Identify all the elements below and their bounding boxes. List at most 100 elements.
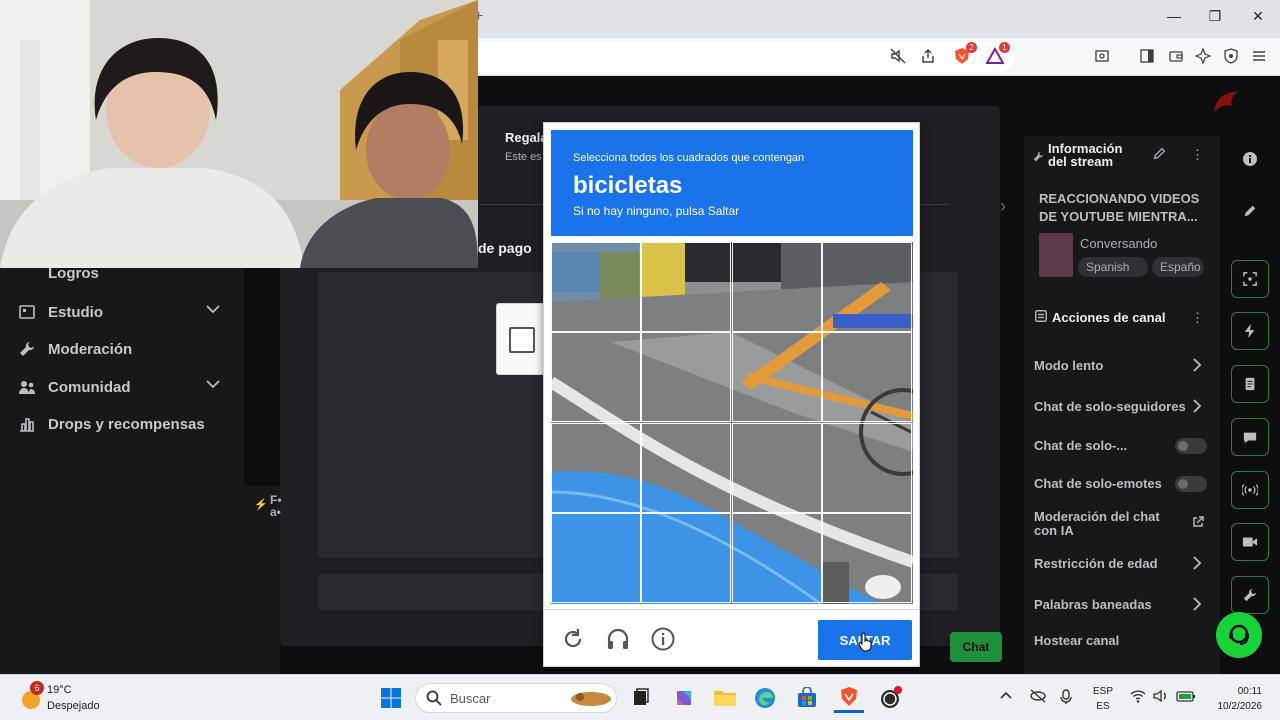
chevron-right-icon[interactable] (1192, 399, 1202, 416)
vpn-icon[interactable] (1221, 46, 1241, 66)
battery-icon[interactable] (1176, 689, 1196, 706)
chevron-right-icon[interactable] (1192, 358, 1202, 375)
captcha-tile[interactable] (641, 423, 731, 513)
action-palabras-baneadas[interactable]: Palabras baneadas (1034, 598, 1210, 612)
chevron-down-icon[interactable] (204, 378, 222, 396)
captcha-tile[interactable] (822, 423, 912, 513)
toggle-chat-solo[interactable] (1175, 438, 1207, 454)
microsoft-store-icon[interactable] (792, 683, 822, 713)
sidebar-item-comunidad[interactable]: Comunidad (18, 375, 131, 399)
captcha-tile[interactable] (732, 242, 822, 332)
sidebar-item-drops[interactable]: Drops y recompensas (18, 412, 205, 436)
brave-rewards-icon[interactable]: 1 (985, 42, 1010, 66)
captcha-tile[interactable] (822, 332, 912, 422)
chevron-down-icon[interactable] (204, 303, 222, 321)
captcha-tile[interactable] (641, 242, 731, 332)
hidden-icons-icon[interactable] (1029, 689, 1047, 706)
broadcast-icon (1242, 484, 1258, 496)
copilot-icon[interactable] (669, 683, 699, 713)
maximize-button[interactable]: ❐ (1202, 8, 1228, 25)
chevron-right-icon[interactable] (1192, 597, 1202, 614)
sidebar-item-logros[interactable]: Logros (48, 265, 99, 282)
file-explorer-icon[interactable] (710, 683, 740, 713)
recaptcha-checkbox-widget (496, 303, 544, 375)
captcha-instruction: Selecciona todos los cuadrados que conte… (573, 152, 805, 164)
chat-button[interactable]: Chat (950, 632, 1002, 662)
info-icon[interactable] (650, 626, 676, 652)
recaptcha-challenge: Selecciona todos los cuadrados que conte… (543, 122, 920, 667)
rail-chat-button[interactable] (1231, 418, 1269, 456)
more-options-icon[interactable]: ⋮ (1191, 310, 1204, 326)
chevron-right-icon[interactable]: › (1000, 196, 1006, 217)
minimize-button[interactable]: — (1161, 8, 1187, 24)
wifi-icon[interactable] (1130, 689, 1146, 706)
rail-notes-button[interactable] (1231, 365, 1269, 403)
action-chat-solo-seguidores[interactable]: Chat de solo-seguidores (1034, 400, 1188, 414)
action-modo-lento[interactable]: Modo lento (1034, 359, 1210, 373)
brave-browser-icon[interactable] (834, 683, 864, 713)
captcha-tile[interactable] (551, 242, 641, 332)
search-icon (426, 690, 442, 706)
rail-video-button[interactable] (1231, 523, 1269, 561)
webcam-video-image (0, 0, 478, 268)
tag-pill[interactable]: Spanish (1078, 257, 1148, 277)
captcha-tile[interactable] (822, 513, 912, 603)
weather-widget[interactable]: 6 19°C Despejado (14, 679, 134, 719)
captcha-tile[interactable] (732, 332, 822, 422)
sidebar-item-moderacion[interactable]: Moderación (18, 337, 132, 361)
obs-studio-icon[interactable] (875, 683, 905, 713)
captcha-tile[interactable] (551, 513, 641, 603)
input-language[interactable]: ESP ES (1092, 684, 1114, 714)
tag-pill[interactable]: Españo (1152, 257, 1204, 277)
reload-icon[interactable] (560, 626, 586, 652)
sidebar-icon[interactable] (1137, 46, 1157, 66)
captcha-tile[interactable] (551, 332, 641, 422)
drops-icon (18, 415, 36, 433)
captcha-tile[interactable] (822, 242, 912, 332)
captcha-tile[interactable] (641, 513, 731, 603)
clock-date: 10/2/2026 (1217, 701, 1263, 712)
close-window-button[interactable]: ✕ (1245, 8, 1271, 25)
captcha-image-grid (551, 242, 913, 604)
system-clock[interactable]: 00:11 10/2/2026 (1206, 684, 1263, 714)
brave-shields-icon[interactable]: 2 (952, 42, 977, 66)
external-link-icon[interactable] (1192, 516, 1204, 531)
assistant-fab-button[interactable] (1216, 612, 1262, 658)
taskbar-search[interactable]: Buscar (415, 683, 617, 713)
rail-lightning-button[interactable] (1231, 312, 1269, 350)
captcha-tile[interactable] (641, 332, 731, 422)
info-icon[interactable] (1240, 151, 1260, 171)
share-icon[interactable] (918, 46, 938, 66)
action-hostear-canal[interactable]: Hostear canal (1034, 634, 1210, 648)
audio-icon[interactable] (605, 626, 631, 652)
edit-icon[interactable] (1240, 204, 1260, 224)
captcha-tile[interactable] (732, 513, 822, 603)
reader-mode-icon[interactable] (1092, 46, 1112, 66)
chevron-right-icon[interactable] (1192, 556, 1202, 573)
edge-browser-icon[interactable] (750, 683, 780, 713)
sidebar-item-label: Drops y recompensas (48, 415, 205, 433)
more-options-icon[interactable]: ⋮ (1191, 147, 1204, 163)
action-moderacion-ia[interactable]: Moderación del chat con IA (1034, 510, 1176, 538)
sidebar-item-estudio[interactable]: Estudio (18, 300, 103, 324)
channel-actions-heading: Acciones de canal (1052, 310, 1166, 325)
volume-icon[interactable] (1153, 689, 1169, 706)
toggle-chat-solo-emotes[interactable] (1175, 476, 1207, 492)
captcha-tile[interactable] (551, 423, 641, 513)
edit-icon[interactable] (1153, 147, 1166, 163)
wallet-icon[interactable] (1166, 46, 1186, 66)
leo-ai-icon[interactable] (1193, 46, 1213, 66)
microphone-icon[interactable] (1060, 689, 1072, 708)
windows-start-icon[interactable] (376, 683, 406, 713)
action-restriccion-edad[interactable]: Restricción de edad (1034, 557, 1210, 571)
rail-tools-button[interactable] (1231, 576, 1269, 614)
rail-broadcast-button[interactable] (1231, 471, 1269, 509)
modal-subtitle: Este es (505, 151, 542, 163)
menu-icon[interactable] (1249, 46, 1269, 66)
captcha-tile[interactable] (732, 423, 822, 513)
rail-clip-button[interactable] (1231, 260, 1269, 298)
mute-icon[interactable] (888, 46, 908, 66)
recaptcha-checkbox[interactable] (509, 327, 535, 353)
task-view-icon[interactable] (626, 683, 656, 713)
chevron-up-icon[interactable] (1000, 689, 1012, 703)
